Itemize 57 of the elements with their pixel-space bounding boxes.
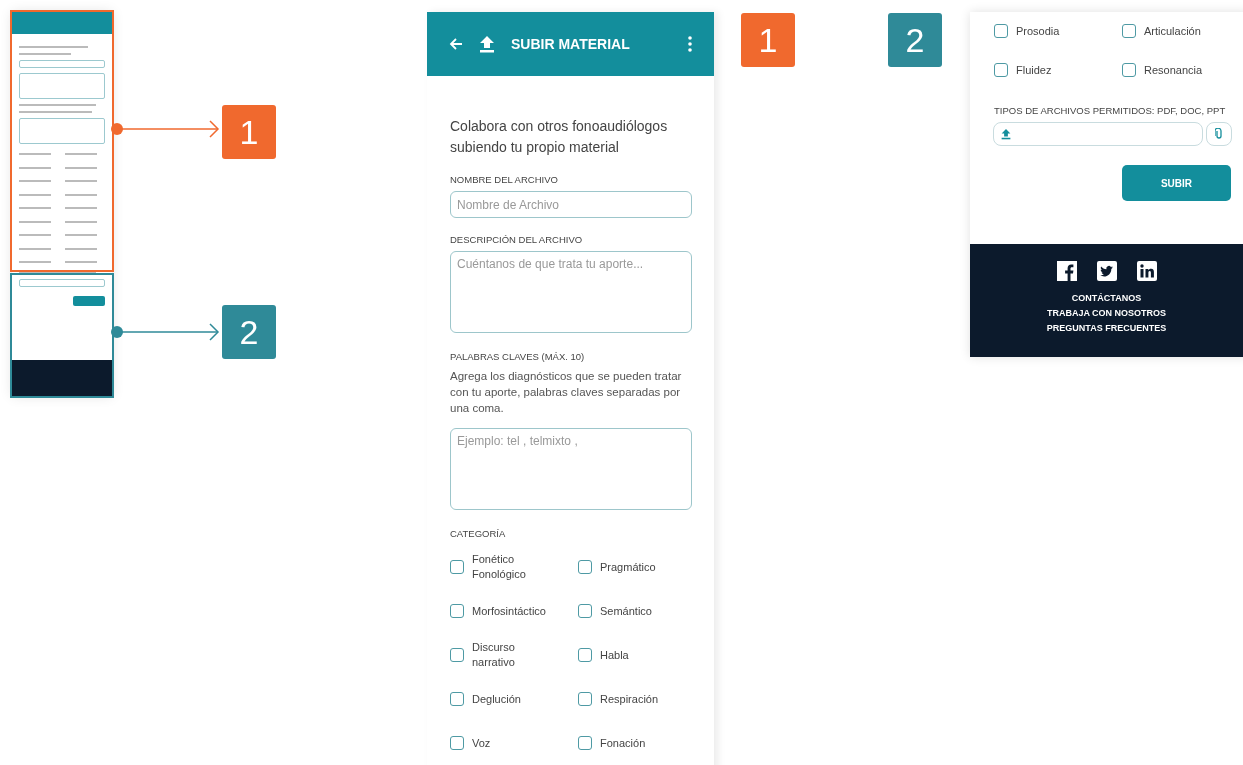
facebook-icon[interactable] <box>1056 261 1077 281</box>
twitter-icon[interactable] <box>1096 261 1117 281</box>
field-label: NOMBRE DEL ARCHIVO <box>450 174 559 185</box>
checkbox-label: Prosodia <box>1016 23 1060 39</box>
text-area[interactable]: Cuéntanos de que trata tu aporte... <box>450 251 692 333</box>
callout-badge: 1 <box>222 105 276 159</box>
checkbox[interactable] <box>578 692 592 706</box>
checkbox[interactable] <box>450 560 464 574</box>
checkbox[interactable] <box>994 63 1008 77</box>
footer-link[interactable]: PREGUNTAS FRECUENTES <box>1046 321 1167 336</box>
text-area[interactable]: Ejemplo: tel , telmixto , <box>450 428 692 510</box>
field-label: PALABRAS CLAVES (MÁX. 10) <box>450 351 586 362</box>
checkbox[interactable] <box>450 736 464 750</box>
callout-badge: 2 <box>222 305 276 359</box>
checkbox-label: Pragmático <box>600 559 656 575</box>
field-label: DESCRIPCIÓN DEL ARCHIVO <box>450 234 584 245</box>
paperclip-icon <box>1215 128 1223 140</box>
upload-icon <box>1001 128 1011 140</box>
footer-link[interactable]: CONTÁCTANOS <box>1071 291 1142 306</box>
checkbox[interactable] <box>578 560 592 574</box>
submit-button[interactable]: SUBIR <box>1122 165 1231 201</box>
back-arrow-icon[interactable] <box>449 37 463 51</box>
input-field[interactable]: Nombre de Archivo <box>450 191 692 218</box>
upload-icon <box>479 35 495 53</box>
checkbox-label: Deglución <box>472 691 521 707</box>
checkbox[interactable] <box>578 604 592 618</box>
checkbox[interactable] <box>1122 24 1136 38</box>
attach-button[interactable] <box>1206 122 1232 146</box>
field-label: TIPOS DE ARCHIVOS PERMITIDOS: PDF, DOC, PPT <box>994 105 1227 116</box>
callout-badge: 1 <box>741 13 795 67</box>
checkbox-label: Morfosintáctico <box>472 603 546 619</box>
checkbox[interactable] <box>994 24 1008 38</box>
more-menu-icon[interactable] <box>688 36 692 52</box>
hint-text: Agrega los diagnósticos que se pueden tratar con tu aporte, palabras claves separadas por una coma. <box>450 369 683 416</box>
intro-text: Colabora con otros fonoaudiólogos subiendo tu propio material <box>450 117 669 157</box>
checkbox-label: Semántico <box>600 603 652 619</box>
checkbox-label: Fonación <box>600 735 646 751</box>
checkbox-label: Resonancia <box>1144 62 1203 78</box>
callout-badge: 2 <box>888 13 942 67</box>
field-label: CATEGORÍA <box>450 528 507 539</box>
file-field[interactable] <box>993 122 1203 146</box>
checkbox[interactable] <box>578 648 592 662</box>
checkbox[interactable] <box>450 604 464 618</box>
footer-link[interactable]: TRABAJA CON NOSOTROS <box>1046 306 1167 321</box>
checkbox[interactable] <box>578 736 592 750</box>
checkbox-label: Articulación <box>1144 23 1201 39</box>
checkbox-label: Fluidez <box>1016 62 1052 78</box>
checkbox[interactable] <box>1122 63 1136 77</box>
screen-title: SUBIR MATERIAL <box>511 36 631 52</box>
checkbox[interactable] <box>450 692 464 706</box>
checkbox-label: Fonético Fonológico <box>472 552 526 582</box>
checkbox[interactable] <box>450 648 464 662</box>
checkbox-label: Voz <box>472 735 491 751</box>
checkbox-label: Discurso narrativo <box>472 640 515 670</box>
checkbox-label: Habla <box>600 647 629 663</box>
checkbox-label: Respiración <box>600 691 659 707</box>
linkedin-icon[interactable] <box>1136 261 1157 281</box>
